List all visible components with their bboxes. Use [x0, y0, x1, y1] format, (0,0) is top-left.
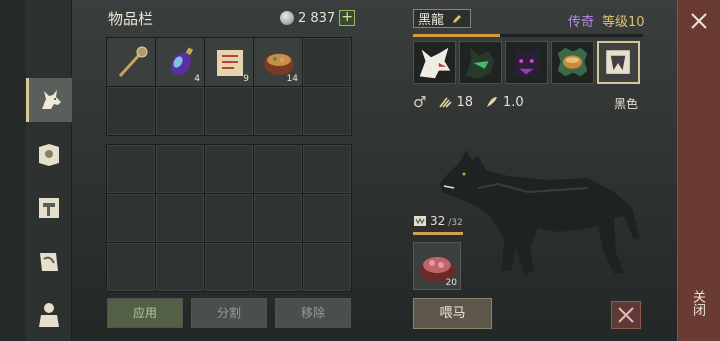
- coin-amount: 2 837: [298, 10, 336, 26]
- tab-skills[interactable]: [28, 132, 70, 176]
- tab-crafting[interactable]: [28, 186, 70, 230]
- inventory-title: 物品栏: [108, 10, 154, 28]
- inventory-slot[interactable]: [107, 145, 155, 193]
- left-edge: [0, 0, 26, 341]
- close-label: 关闭: [690, 290, 705, 316]
- inventory-slot[interactable]: [107, 38, 155, 86]
- food-current: 32: [430, 214, 446, 228]
- inventory-slot[interactable]: [303, 194, 351, 242]
- apply-button[interactable]: 应用: [107, 298, 183, 328]
- inventory-slot[interactable]: [156, 243, 204, 291]
- inventory-slot[interactable]: [254, 87, 302, 135]
- inventory-slot[interactable]: [156, 194, 204, 242]
- pet-color: 黑色: [614, 97, 639, 111]
- inventory-slot[interactable]: [254, 194, 302, 242]
- inventory-slot[interactable]: [107, 243, 155, 291]
- tab-quests[interactable]: [28, 240, 70, 284]
- book-sun-icon: [39, 144, 59, 166]
- pet-rarity: 传奇: [568, 15, 595, 30]
- speed-value: 1.0: [503, 94, 524, 110]
- scepter-icon: [118, 46, 148, 78]
- inventory-slot[interactable]: [254, 243, 302, 291]
- inventory-slot[interactable]: 14: [254, 38, 302, 86]
- release-pet-button[interactable]: [611, 301, 641, 329]
- close-icon: [691, 13, 707, 29]
- inventory-slot[interactable]: [107, 87, 155, 135]
- food-bar: [413, 232, 463, 235]
- attack-claw-icon: [439, 97, 453, 108]
- inventory-slot[interactable]: [205, 145, 253, 193]
- close-icon: [618, 307, 634, 323]
- inventory-slot[interactable]: 9: [205, 38, 253, 86]
- food-slot-count: 20: [445, 278, 457, 288]
- inventory-slot[interactable]: [303, 87, 351, 135]
- split-button[interactable]: 分割: [191, 298, 267, 328]
- xp-bar: [413, 34, 643, 37]
- trait-slot[interactable]: [505, 41, 548, 84]
- add-coins-button[interactable]: +: [339, 10, 356, 26]
- character-icon: [39, 303, 59, 327]
- trait-slot-selected[interactable]: [597, 41, 640, 84]
- pet-level: 等级10: [602, 15, 645, 30]
- trait-slot[interactable]: [551, 41, 594, 84]
- pet-name: 黑龍: [418, 13, 445, 28]
- pet-traits: [413, 41, 640, 84]
- inventory-slot[interactable]: [156, 145, 204, 193]
- close-panel[interactable]: 关闭: [677, 0, 720, 341]
- inventory-slot[interactable]: [254, 145, 302, 193]
- pet-name-field[interactable]: 黑龍: [413, 9, 471, 28]
- remove-button[interactable]: 移除: [275, 298, 351, 328]
- trait-slot[interactable]: [459, 41, 502, 84]
- inventory-slot[interactable]: [205, 194, 253, 242]
- hammer-icon: [39, 198, 59, 218]
- wolf-head-icon: [41, 90, 61, 109]
- attack-value: 18: [456, 94, 473, 110]
- inventory-slot[interactable]: [205, 243, 253, 291]
- edit-pencil-icon: [453, 14, 462, 23]
- feed-button[interactable]: 喂马: [413, 298, 492, 329]
- inventory-slot[interactable]: [205, 87, 253, 135]
- fang-tooth-icon: [606, 50, 630, 74]
- xp-bar-fill: [413, 34, 501, 37]
- food-slot[interactable]: 20: [413, 242, 461, 290]
- inventory-grid-bottom: [106, 144, 352, 292]
- food-meter: 32 /32: [413, 214, 463, 228]
- bowl-icon: [557, 47, 588, 77]
- tab-character[interactable]: [28, 292, 70, 336]
- food-bowl-icon: [414, 216, 426, 226]
- inventory-slot[interactable]: [303, 38, 351, 86]
- coin-counter: 2 837 +: [280, 10, 356, 26]
- coin-icon: [280, 11, 294, 25]
- wolf-purple-icon: [513, 45, 540, 77]
- inventory-slot[interactable]: [303, 145, 351, 193]
- category-tabs: [26, 0, 72, 341]
- food-max: /32: [448, 217, 463, 228]
- tab-pets[interactable]: [26, 78, 72, 122]
- trait-slot[interactable]: [413, 41, 456, 84]
- inventory-slot[interactable]: [156, 87, 204, 135]
- inventory-grid-top: 4 9 14: [106, 37, 352, 136]
- gender-symbol: ♂: [413, 93, 427, 111]
- pet-stats: ♂ 18 1.0: [413, 93, 532, 111]
- inventory-slot[interactable]: [107, 194, 155, 242]
- black-wolf-portrait: [440, 150, 640, 274]
- inventory-slot[interactable]: 4: [156, 38, 204, 86]
- speed-feather-icon: [487, 97, 497, 107]
- wolf-howl-icon: [419, 47, 451, 79]
- inventory-slot[interactable]: [303, 243, 351, 291]
- wolf-green-icon: [465, 47, 495, 79]
- quill-scroll-icon: [40, 253, 58, 271]
